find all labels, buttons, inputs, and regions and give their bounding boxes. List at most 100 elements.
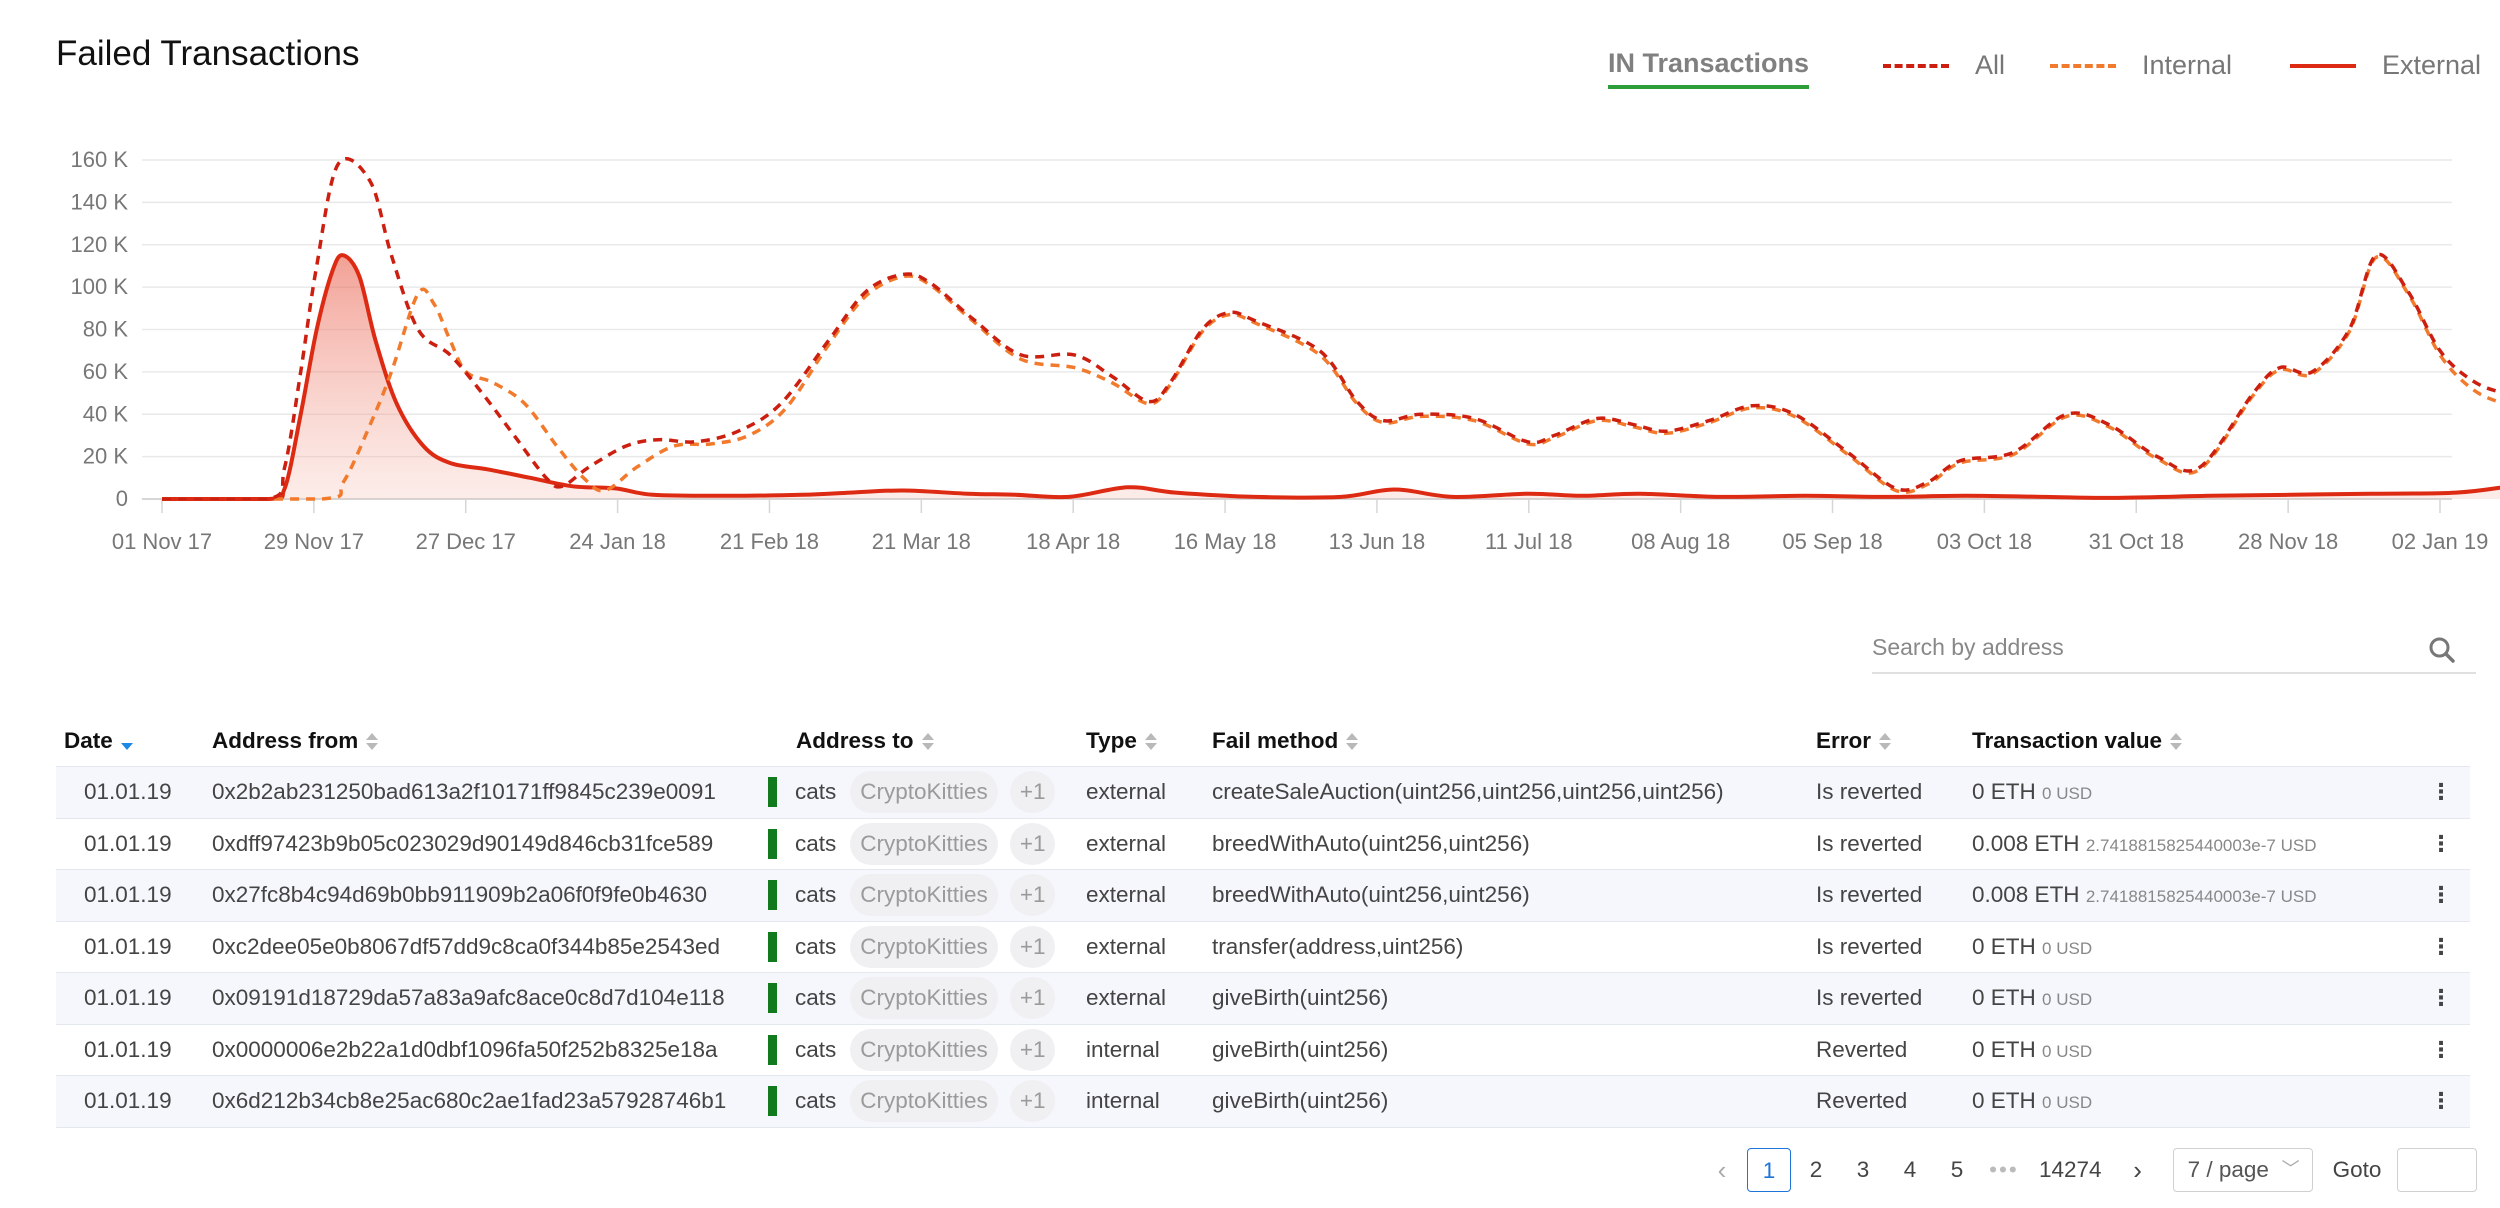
cell-address-from[interactable]: 0x0000006e2b22a1d0dbf1096fa50f252b8325e1… [212, 1024, 768, 1076]
search-icon[interactable] [2428, 636, 2456, 664]
address-to-more-badge[interactable]: +1 [1009, 771, 1056, 814]
x-tick-label: 08 Aug 18 [1631, 529, 1730, 554]
value-usd: 0 USD [2042, 990, 2093, 1010]
x-tick-label: 03 Oct 18 [1937, 529, 2032, 554]
legend-swatch-external [2290, 63, 2356, 68]
col-address-to[interactable]: Address to [768, 716, 1086, 767]
cell-date: 01.01.19 [56, 1075, 212, 1128]
row-menu-icon[interactable]: ⋮ [2412, 921, 2470, 973]
x-tick-label: 02 Jan 19 [2392, 529, 2489, 554]
address-to-tag[interactable]: CryptoKitties [850, 771, 998, 814]
row-menu-icon[interactable]: ⋮ [2412, 1024, 2470, 1076]
cell-fail-method: breedWithAuto(uint256,uint256) [1212, 869, 1816, 922]
pages-ellipsis[interactable]: ••• [1982, 1148, 2026, 1192]
address-to-tag[interactable]: CryptoKitties [850, 822, 998, 865]
address-to-more-badge[interactable]: +1 [1009, 1080, 1056, 1123]
address-to-tag[interactable]: CryptoKitties [850, 925, 998, 968]
goto-input[interactable] [2397, 1148, 2478, 1192]
sort-icon[interactable] [921, 732, 934, 752]
cell-address-from[interactable]: 0x09191d18729da57a83a9afc8ace0c8d7d104e1… [212, 972, 768, 1025]
legend-item-external[interactable]: External [2290, 50, 2481, 81]
sort-desc-icon[interactable] [120, 732, 133, 752]
search-input[interactable] [1872, 630, 2412, 665]
next-page-button[interactable]: › [2116, 1148, 2160, 1192]
value-eth: 0.008 ETH [1972, 830, 2080, 856]
table-row[interactable]: 01.01.19 0xc2dee05e0b8067df57dd9c8ca0f344… [56, 921, 2470, 973]
cell-fail-method: transfer(address,uint256) [1212, 921, 1816, 973]
row-menu-icon[interactable]: ⋮ [2412, 972, 2470, 1025]
col-address-from[interactable]: Address from [212, 716, 768, 767]
address-to-more-badge[interactable]: +1 [1009, 1028, 1056, 1071]
legend-label-internal: Internal [2142, 50, 2233, 80]
cell-address-from[interactable]: 0x6d212b34cb8e25ac680c2ae1fad23a57928746… [212, 1075, 768, 1128]
cell-transaction-value: 0 ETH 0 USD [1972, 766, 2412, 819]
address-to-more-badge[interactable]: +1 [1009, 925, 1056, 968]
last-page-button[interactable]: 14274 [2039, 1148, 2102, 1192]
y-tick-label: 20 K [83, 444, 129, 469]
cell-address-from[interactable]: 0x2b2ab231250bad613a2f10171ff9845c239e00… [212, 766, 768, 819]
table-row[interactable]: 01.01.19 0x6d212b34cb8e25ac680c2ae1fad23a… [56, 1075, 2470, 1128]
address-to-more-badge[interactable]: +1 [1009, 977, 1056, 1020]
cell-address-from[interactable]: 0x27fc8b4c94d69b0bb911909b2a06f0f9fe0b46… [212, 869, 768, 922]
cell-fail-method: createSaleAuction(uint256,uint256,uint25… [1212, 766, 1816, 819]
cell-type: internal [1086, 1075, 1212, 1128]
legend-swatch-all [1883, 63, 1949, 68]
col-address-from-label: Address from [212, 728, 359, 753]
sort-icon[interactable] [1879, 732, 1892, 752]
table-row[interactable]: 01.01.19 0x27fc8b4c94d69b0bb911909b2a06f0… [56, 869, 2470, 922]
address-to-tag[interactable]: CryptoKitties [850, 1028, 998, 1071]
table-row[interactable]: 01.01.19 0x2b2ab231250bad613a2f10171ff984… [56, 766, 2470, 819]
prev-page-button[interactable]: ‹ [1700, 1148, 1744, 1192]
legend-item-all[interactable]: All [1883, 50, 2005, 81]
legend-label-external: External [2382, 50, 2482, 80]
cell-address-to: cats CryptoKitties +1 [768, 818, 1086, 870]
goto-label: Goto [2332, 1157, 2382, 1182]
address-to-more-badge[interactable]: +1 [1009, 822, 1056, 865]
page-2-button[interactable]: 2 [1794, 1148, 1838, 1192]
cell-address-from[interactable]: 0xdff97423b9b05c023029d90149d846cb31fce5… [212, 818, 768, 870]
cell-date: 01.01.19 [56, 818, 212, 870]
col-transaction-value[interactable]: Transaction value [1972, 716, 2412, 767]
col-error[interactable]: Error [1816, 716, 1972, 767]
row-menu-icon[interactable]: ⋮ [2412, 766, 2470, 819]
cell-address-to: cats CryptoKitties +1 [768, 766, 1086, 819]
row-menu-icon[interactable]: ⋮ [2412, 869, 2470, 922]
col-date[interactable]: Date [56, 716, 212, 767]
legend-item-internal[interactable]: Internal [2050, 50, 2232, 81]
sort-icon[interactable] [2170, 732, 2183, 752]
col-type[interactable]: Type [1086, 716, 1212, 767]
cell-type: external [1086, 869, 1212, 922]
cell-date: 01.01.19 [56, 921, 212, 973]
col-fail-method[interactable]: Fail method [1212, 716, 1816, 767]
sort-icon[interactable] [1144, 732, 1157, 752]
address-to-tag[interactable]: CryptoKitties [850, 977, 998, 1020]
page-1-button[interactable]: 1 [1747, 1148, 1791, 1192]
sort-icon[interactable] [1346, 732, 1359, 752]
address-to-tag[interactable]: CryptoKitties [850, 1080, 998, 1123]
pagination: ‹ 1 2 3 4 5 ••• 14274 › 7 / page ﹀ Goto [1700, 1148, 2478, 1192]
cell-transaction-value: 0 ETH 0 USD [1972, 972, 2412, 1025]
cell-address-from[interactable]: 0xc2dee05e0b8067df57dd9c8ca0f344b85e2543… [212, 921, 768, 973]
row-menu-icon[interactable]: ⋮ [2412, 1075, 2470, 1128]
table-header-row: Date Address from Address to Type Fail m… [56, 716, 2470, 767]
page-size-select[interactable]: 7 / page ﹀ [2172, 1148, 2313, 1192]
table-row[interactable]: 01.01.19 0x0000006e2b22a1d0dbf1096fa50f25… [56, 1024, 2470, 1076]
page-4-button[interactable]: 4 [1888, 1148, 1932, 1192]
table-row[interactable]: 01.01.19 0x09191d18729da57a83a9afc8ace0c8… [56, 972, 2470, 1025]
value-usd: 0 USD [2042, 1093, 2093, 1113]
cell-address-to: cats CryptoKitties +1 [768, 869, 1086, 922]
col-address-to-label: Address to [796, 728, 914, 753]
row-menu-icon[interactable]: ⋮ [2412, 818, 2470, 870]
failed-transactions-chart: 0 20 K 40 K 60 K 80 K 100 K 120 K 140 K 160 K 01 … [71, 147, 2500, 554]
address-to-label: cats [795, 882, 837, 908]
value-usd: 0 USD [2042, 938, 2093, 958]
x-tick-label: 21 Feb 18 [720, 529, 819, 554]
cell-error: Is reverted [1816, 869, 1972, 922]
table-row[interactable]: 01.01.19 0xdff97423b9b05c023029d90149d846… [56, 818, 2470, 870]
tab-in-transactions[interactable]: IN Transactions [1608, 48, 1810, 89]
page-5-button[interactable]: 5 [1935, 1148, 1979, 1192]
page-3-button[interactable]: 3 [1841, 1148, 1885, 1192]
address-to-tag[interactable]: CryptoKitties [850, 874, 998, 917]
address-to-more-badge[interactable]: +1 [1009, 874, 1056, 917]
sort-icon[interactable] [366, 732, 379, 752]
